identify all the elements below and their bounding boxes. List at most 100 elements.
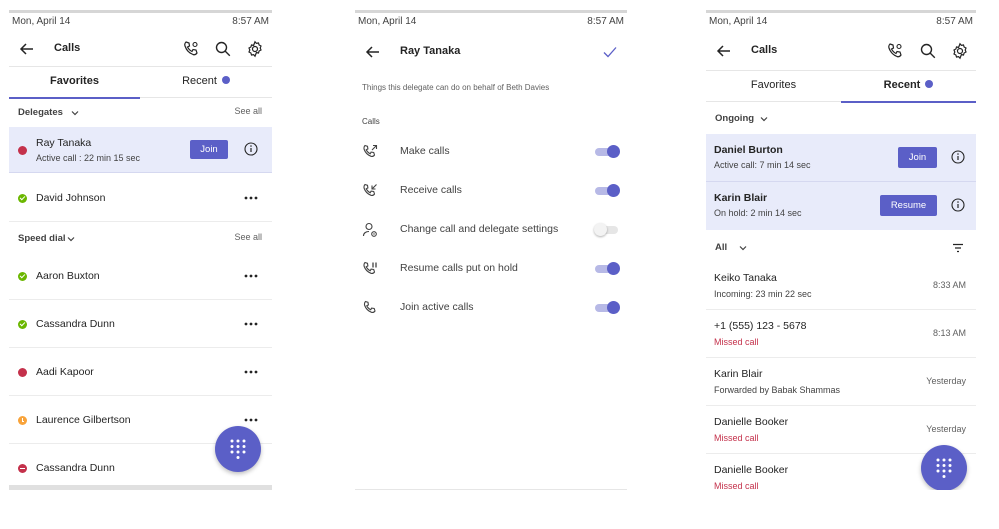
more-options-icon[interactable] [244,274,258,278]
gear-icon[interactable] [246,40,264,58]
all-calls-header[interactable]: All [706,238,976,258]
active-tab-indicator [841,101,976,103]
chevron-down-icon [67,237,75,242]
call-time: 8:33 AM [932,280,966,290]
unread-badge [221,76,230,84]
call-status: On hold: 2 min 14 sec [714,208,802,218]
speed-dial-row[interactable]: Cassandra Dunn [9,300,272,348]
speed-dial-row[interactable]: Aadi Kapoor [9,348,272,396]
tab-favorites[interactable]: Favorites [9,67,140,99]
permission-label: Resume calls put on hold [400,262,518,274]
missed-call-label: Missed call [714,481,759,490]
dialpad-icon [230,439,246,459]
held-call-row[interactable]: Karin Blair On hold: 2 min 14 sec Resume [706,182,976,230]
caller-name: Keiko Tanaka [714,272,777,284]
speed-dial-row[interactable]: Aaron Buxton [9,252,272,300]
person-settings-icon [362,222,377,237]
filter-icon[interactable] [952,242,964,254]
app-bar: Calls [9,34,272,66]
status-bar: Mon, April 14 8:57 AM [706,16,976,28]
change-settings-toggle[interactable] [594,223,620,236]
permission-label: Receive calls [400,184,462,196]
info-icon[interactable] [951,198,965,212]
search-icon[interactable] [214,40,232,58]
recent-call-row[interactable]: Keiko Tanaka Incoming: 23 min 22 sec 8:3… [706,262,976,310]
tab-recent-label: Recent [883,79,921,91]
back-arrow-icon[interactable] [17,39,37,59]
resume-button[interactable]: Resume [880,195,937,216]
info-icon[interactable] [951,150,965,164]
ongoing-call-row[interactable]: Daniel Burton Active call: 7 min 14 sec … [706,134,976,182]
contact-name: Aadi Kapoor [36,366,94,378]
join-button[interactable]: Join [190,140,228,159]
status-bar: Mon, April 14 8:57 AM [355,16,627,28]
ongoing-label: Ongoing [715,113,755,124]
speed-dial-header[interactable]: Speed dial See all [9,229,272,249]
tab-bar: Favorites Recent [706,70,976,103]
status-bar: Mon, April 14 8:57 AM [9,16,272,28]
presence-available-icon [18,194,27,203]
bottom-divider [355,489,627,490]
call-time: 8:13 AM [932,328,966,338]
gear-icon[interactable] [951,42,969,60]
dialpad-button[interactable] [921,445,967,490]
join-calls-toggle[interactable] [595,301,620,314]
unread-badge [925,80,934,88]
dialpad-button[interactable] [215,426,261,472]
more-options-icon[interactable] [244,370,258,374]
delegates-label: Delegates [18,107,63,118]
app-bar: Calls [706,36,976,68]
more-options-icon[interactable] [244,322,258,326]
permission-label: Join active calls [400,301,474,313]
phone-settings-icon[interactable] [886,42,904,60]
checkmark-icon[interactable] [601,43,619,61]
page-title: Ray Tanaka [400,45,461,57]
delegate-row-david-johnson[interactable]: David Johnson [9,173,272,222]
phone-outgoing-icon [363,144,378,157]
delegate-row-ray-tanaka[interactable]: Ray Tanaka Active call : 22 min 15 sec J… [9,127,272,173]
back-arrow-icon[interactable] [714,41,734,61]
caller-name: Daniel Burton [714,144,783,156]
status-date: Mon, April 14 [709,16,768,27]
tab-recent[interactable]: Recent [841,71,976,103]
active-tab-indicator [9,97,140,99]
join-button[interactable]: Join [898,147,937,168]
back-arrow-icon[interactable] [363,42,383,62]
presence-busy-icon [18,368,27,377]
calls-favorites-screen: Mon, April 14 8:57 AM Calls Favorites Re… [9,10,272,490]
top-divider [9,10,272,13]
tab-recent[interactable]: Recent [140,67,272,98]
delegates-header[interactable]: Delegates See all [9,103,272,123]
tab-recent-label: Recent [182,75,217,87]
caller-name: Karin Blair [714,192,768,204]
see-all-speed-dial-link[interactable]: See all [234,232,262,242]
recent-call-row[interactable]: +1 (555) 123 - 5678 Missed call 8:13 AM [706,310,976,358]
more-options-icon[interactable] [244,196,258,200]
resume-calls-toggle[interactable] [595,262,620,275]
top-divider [706,10,976,13]
tab-favorites[interactable]: Favorites [706,71,841,102]
contact-name: Aaron Buxton [36,270,100,282]
presence-available-icon [18,272,27,281]
status-time: 8:57 AM [587,16,624,27]
active-call-duration: Active call : 22 min 15 sec [36,153,141,163]
top-divider [355,10,627,13]
phone-settings-icon[interactable] [182,40,200,58]
see-all-delegates-link[interactable]: See all [234,106,262,116]
permission-resume-calls: Resume calls put on hold [355,250,627,289]
receive-calls-toggle[interactable] [595,184,620,197]
permission-receive-calls: Receive calls [355,172,627,211]
recent-call-row[interactable]: Karin Blair Forwarded by Babak Shammas Y… [706,358,976,406]
tab-bar: Favorites Recent [9,66,272,99]
presence-dnd-icon [18,464,27,473]
make-calls-toggle[interactable] [595,145,620,158]
call-detail: Forwarded by Babak Shammas [714,385,841,395]
missed-call-label: Missed call [714,433,759,443]
info-icon[interactable] [244,142,258,156]
speed-dial-label: Speed dial [18,233,66,244]
status-date: Mon, April 14 [358,16,417,27]
search-icon[interactable] [919,42,937,60]
phone-pause-icon [363,261,377,274]
ongoing-header[interactable]: Ongoing [706,109,976,129]
more-options-icon[interactable] [244,418,258,422]
